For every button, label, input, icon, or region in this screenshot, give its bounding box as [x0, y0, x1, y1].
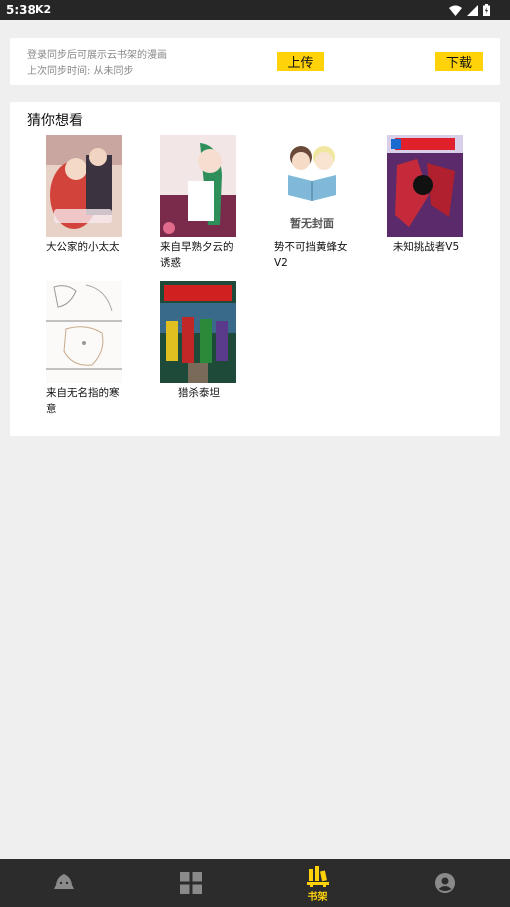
- book-cover: [46, 135, 122, 237]
- sync-hint-text: 登录同步后可展示云书架的漫画: [27, 50, 167, 61]
- book-item[interactable]: 大公家的小太太: [46, 135, 124, 255]
- wifi-icon: [449, 5, 462, 19]
- home-mascot-icon: [53, 873, 75, 895]
- book-cover-placeholder: 暂无封面: [274, 135, 350, 237]
- battery-icon: [483, 4, 490, 19]
- book-title: 未知挑战者V5: [392, 241, 460, 253]
- book-cover: [160, 135, 236, 237]
- category-grid-icon: [179, 872, 202, 898]
- nav-category[interactable]: [127, 859, 254, 907]
- last-sync-text: 上次同步时间: 从未同步: [27, 66, 134, 77]
- status-bar: 5:38 K2: [0, 0, 510, 20]
- book-cover: [46, 281, 122, 383]
- nav-bookshelf-label: 书架: [307, 892, 328, 903]
- book-title: 来自早熟夕云的诱惑: [160, 241, 234, 269]
- book-title: 来自无名指的寒意: [46, 387, 120, 415]
- download-button[interactable]: 下载: [435, 52, 483, 71]
- nav-bookshelf[interactable]: 书架: [254, 859, 381, 907]
- book-title: 势不可挡黄蜂女V2: [274, 241, 348, 269]
- cloud-sync-card: 登录同步后可展示云书架的漫画 上次同步时间: 从未同步 上传 下载: [10, 38, 500, 85]
- status-carrier-badge: K2: [35, 3, 52, 16]
- upload-button[interactable]: 上传: [277, 52, 324, 71]
- bottom-nav: 书架: [0, 859, 510, 907]
- nav-account[interactable]: [381, 859, 508, 907]
- book-cover: [387, 135, 463, 237]
- signal-icon: [467, 4, 478, 19]
- book-title: 大公家的小太太: [46, 241, 120, 253]
- book-item[interactable]: 来自早熟夕云的诱惑: [160, 135, 238, 271]
- nav-home[interactable]: [0, 859, 127, 907]
- book-item[interactable]: 来自无名指的寒意: [46, 281, 124, 417]
- status-time: 5:38: [6, 3, 36, 17]
- book-item[interactable]: 暂无封面 势不可挡黄蜂女V2: [274, 135, 352, 271]
- book-title: 猎杀泰坦: [178, 387, 220, 399]
- no-cover-label: 暂无封面: [290, 217, 334, 230]
- book-cover: [160, 281, 236, 383]
- recommend-card: 猜你想看 大公家的小太太 来自早熟夕云的诱惑 暂无封面 势不可挡黄蜂女V2 未知…: [10, 102, 500, 436]
- account-icon: [434, 873, 455, 897]
- book-item[interactable]: 猎杀泰坦: [160, 281, 238, 401]
- book-item[interactable]: 未知挑战者V5: [387, 135, 465, 255]
- recommend-title: 猜你想看: [27, 113, 83, 129]
